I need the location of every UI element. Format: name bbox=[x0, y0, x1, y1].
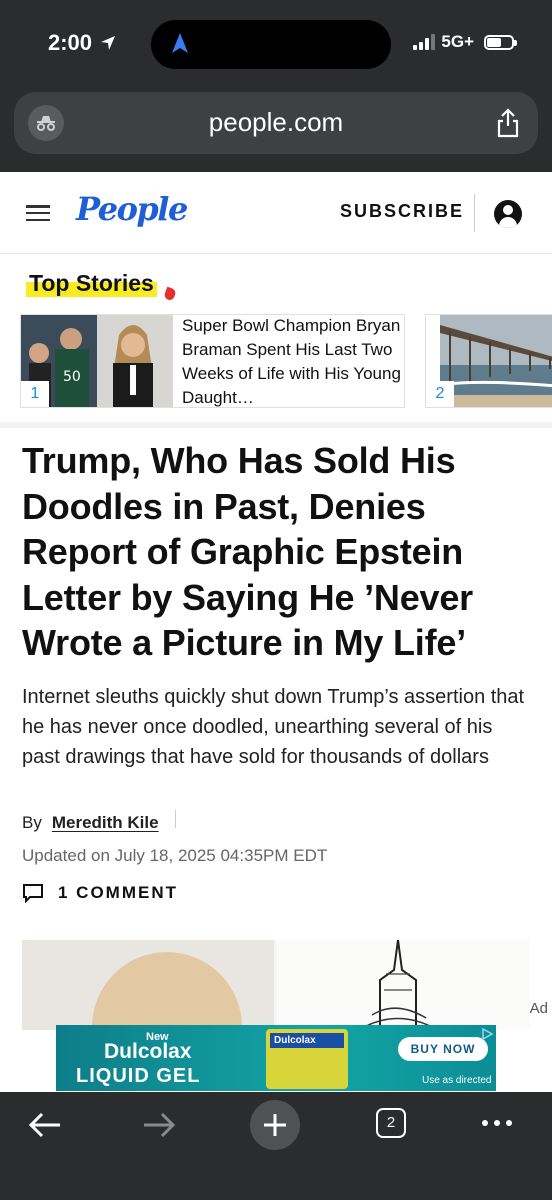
browser-bottom-toolbar: 2 bbox=[0, 1092, 552, 1200]
ad-note: Use as directed bbox=[422, 1075, 492, 1086]
comments-count[interactable]: 1 COMMENT bbox=[58, 883, 178, 903]
ad-brand: Dulcolax bbox=[104, 1040, 192, 1063]
new-tab-button[interactable] bbox=[250, 1100, 300, 1150]
plus-icon bbox=[264, 1114, 286, 1136]
story-number: 2 bbox=[426, 381, 454, 407]
ad-box-label: Dulcolax bbox=[270, 1033, 344, 1048]
article-headline: Trump, Who Has Sold His Doodles in Past,… bbox=[22, 440, 473, 663]
story-thumbnail[interactable]: 50 1 bbox=[21, 315, 173, 407]
status-indicators: 5G+ bbox=[413, 32, 517, 52]
flame-icon bbox=[163, 286, 177, 302]
svg-text:50: 50 bbox=[63, 369, 81, 385]
address-bar[interactable]: people.com bbox=[14, 92, 538, 154]
site-header: People SUBSCRIBE bbox=[0, 172, 552, 254]
story-title[interactable]: Super Bowl Champion Bryan Braman Spent H… bbox=[182, 314, 402, 410]
ad-label: Ad bbox=[529, 1000, 548, 1017]
battery-icon bbox=[484, 34, 517, 50]
ad-banner[interactable]: New Dulcolax LIQUID GEL Dulcolax BUY NOW… bbox=[56, 1025, 496, 1091]
clock: 2:00 bbox=[48, 30, 93, 55]
byline: By Meredith Kile bbox=[22, 810, 176, 833]
people-logo[interactable]: People bbox=[76, 190, 188, 228]
status-time: 2:00 bbox=[48, 30, 116, 56]
updated-date: Updated on July 18, 2025 04:35PM EDT bbox=[22, 846, 328, 865]
story-number: 1 bbox=[21, 381, 49, 407]
account-icon[interactable] bbox=[494, 200, 522, 228]
ad-product: LIQUID GEL bbox=[76, 1065, 201, 1087]
menu-icon[interactable] bbox=[26, 205, 50, 221]
location-arrow-icon bbox=[101, 36, 116, 50]
share-icon[interactable] bbox=[496, 108, 520, 138]
ad-product-image: Dulcolax bbox=[266, 1029, 348, 1089]
subscribe-link[interactable]: SUBSCRIBE bbox=[340, 201, 464, 222]
more-menu-icon[interactable] bbox=[482, 1120, 512, 1126]
tab-switcher-button[interactable]: 2 bbox=[376, 1108, 406, 1138]
top-story-card[interactable]: 2 bbox=[425, 314, 552, 408]
top-story-card[interactable]: 50 1 Super Bowl Champion Bryan Braman Sp… bbox=[20, 314, 405, 408]
adchoices-icon[interactable] bbox=[480, 1027, 494, 1041]
hero-image bbox=[22, 940, 530, 1030]
header-divider bbox=[474, 194, 475, 232]
byline-prefix: By bbox=[22, 813, 42, 832]
network-type: 5G+ bbox=[441, 32, 474, 51]
ad-buy-now-button[interactable]: BUY NOW bbox=[398, 1037, 488, 1061]
browser-top-chrome: 2:00 5G+ people.com bbox=[0, 0, 552, 172]
navigation-arrow-icon bbox=[172, 33, 188, 53]
forward-arrow-icon[interactable] bbox=[142, 1110, 176, 1140]
comment-icon bbox=[23, 884, 43, 903]
author-link[interactable]: Meredith Kile bbox=[52, 813, 159, 833]
comments-link[interactable]: 1 COMMENT bbox=[22, 883, 178, 903]
story-thumbnail[interactable] bbox=[440, 315, 552, 407]
url-text[interactable]: people.com bbox=[14, 107, 538, 138]
byline-divider bbox=[174, 810, 176, 828]
hero-drawing bbox=[276, 940, 530, 1030]
back-arrow-icon[interactable] bbox=[28, 1110, 62, 1140]
signal-icon bbox=[413, 34, 436, 50]
top-stories: Top Stories 50 1 Super Bowl Champion Bry… bbox=[0, 254, 552, 428]
dynamic-island bbox=[151, 20, 391, 69]
article-dek: Internet sleuths quickly shut down Trump… bbox=[22, 686, 525, 768]
hero-photo bbox=[22, 940, 274, 1030]
top-stories-label: Top Stories bbox=[26, 270, 157, 297]
